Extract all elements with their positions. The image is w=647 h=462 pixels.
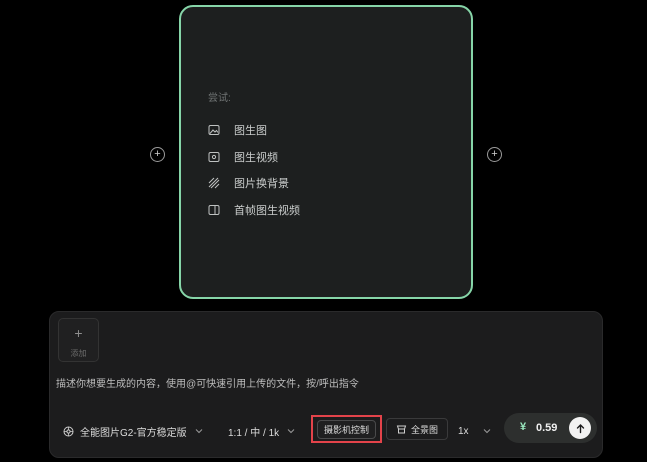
card-item-label: 图生图 bbox=[234, 125, 267, 137]
model-select[interactable]: 全能图片G2-官方稳定版 bbox=[62, 420, 203, 442]
chevron-down-icon bbox=[195, 427, 203, 435]
try-label: 尝试: bbox=[208, 93, 231, 104]
price-label: 0.59 bbox=[536, 422, 558, 434]
image-video-icon bbox=[208, 151, 220, 163]
send-arrow-icon[interactable] bbox=[569, 417, 591, 439]
add-label: 添加 bbox=[70, 349, 87, 358]
add-left-button[interactable]: + bbox=[150, 147, 165, 162]
model-label: 全能图片G2-官方稳定版 bbox=[80, 427, 187, 439]
multiplier-select[interactable]: 1x bbox=[458, 420, 491, 442]
card-item-change-background[interactable]: 图片换背景 bbox=[208, 174, 289, 192]
camera-control-button[interactable]: 摄影机控制 bbox=[311, 415, 382, 443]
ratio-label: 1:1 / 中 / 1k bbox=[228, 427, 280, 439]
card-item-label: 图生视频 bbox=[234, 152, 278, 164]
add-right-button[interactable]: + bbox=[487, 147, 502, 162]
generate-button[interactable]: ¥ 0.59 bbox=[504, 413, 597, 443]
prompt-input[interactable]: 描述你想要生成的内容，使用@可快速引用上传的文件，按/呼出指令 bbox=[56, 375, 586, 390]
panorama-label: 全景图 bbox=[410, 424, 438, 435]
ratio-select[interactable]: 1:1 / 中 / 1k bbox=[228, 420, 295, 442]
first-frame-icon bbox=[208, 204, 220, 216]
hatch-icon bbox=[208, 177, 220, 189]
multiplier-label: 1x bbox=[458, 425, 469, 437]
card-item-label: 首帧图生视频 bbox=[234, 205, 300, 217]
card-item-first-frame-video[interactable]: 首帧图生视频 bbox=[208, 201, 300, 219]
card-item-image-to-video[interactable]: 图生视频 bbox=[208, 148, 278, 166]
try-card: 尝试: 图生图 图生视频 图片换背景 首帧图生视频 bbox=[179, 5, 473, 299]
chevron-down-icon bbox=[483, 427, 491, 435]
add-file-button[interactable]: + 添加 bbox=[58, 318, 99, 362]
composer-panel: + 添加 描述你想要生成的内容，使用@可快速引用上传的文件，按/呼出指令 全能图… bbox=[49, 311, 603, 458]
image-icon bbox=[208, 124, 220, 136]
card-item-image-to-image[interactable]: 图生图 bbox=[208, 121, 267, 139]
plus-icon: + bbox=[74, 325, 83, 341]
camera-control-label: 摄影机控制 bbox=[317, 419, 376, 439]
panorama-icon bbox=[396, 424, 407, 435]
model-icon bbox=[62, 425, 75, 438]
chevron-down-icon bbox=[287, 427, 295, 435]
currency-icon: ¥ bbox=[520, 421, 527, 433]
panorama-button[interactable]: 全景图 bbox=[386, 418, 448, 440]
card-item-label: 图片换背景 bbox=[234, 178, 289, 190]
